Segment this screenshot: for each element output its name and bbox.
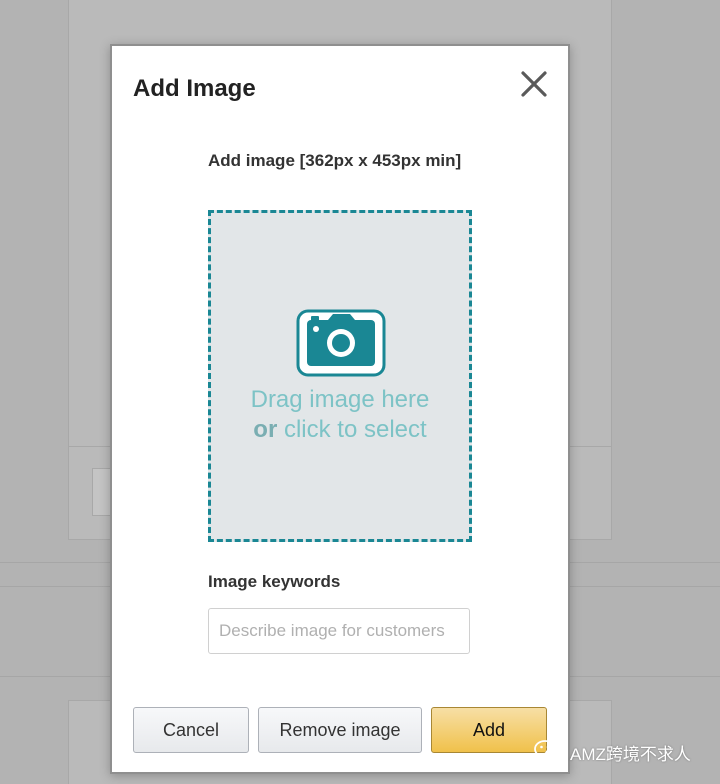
dialog-title: Add Image [133,75,256,102]
watermark-text: AMZ跨境不求人 [570,744,691,764]
keywords-label: Image keywords [208,572,341,591]
close-icon [521,71,547,97]
add-button[interactable]: Add [431,707,547,753]
keywords-input[interactable] [208,608,470,654]
wechat-icon [534,740,564,763]
watermark: AMZ跨境不求人 [534,738,691,766]
close-button[interactable] [516,66,552,102]
image-dropzone[interactable]: Drag image here or click to select [208,210,472,542]
upload-size-label: Add image [362px x 453px min] [208,151,462,170]
dropzone-text: Drag image here or click to select [211,385,469,445]
dropzone-text-line2: or click to select [211,415,469,445]
add-image-dialog: Add Image Add image [362px x 453px min] … [110,44,570,774]
camera-icon [296,309,386,377]
remove-image-button[interactable]: Remove image [258,707,422,753]
dropzone-text-line1: Drag image here [250,386,430,413]
dropzone-text-select: click to select [277,416,427,443]
dropzone-text-or: or [253,416,278,443]
cancel-button[interactable]: Cancel [133,707,249,753]
